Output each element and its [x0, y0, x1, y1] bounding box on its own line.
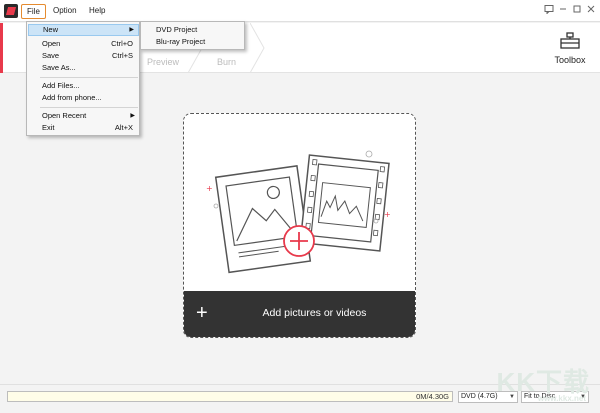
- menu-item-label: Exit: [42, 123, 55, 132]
- step-burn[interactable]: Burn: [217, 57, 236, 67]
- toolbox-icon: [560, 32, 580, 49]
- menu-item-add-from-phone[interactable]: Add from phone...: [28, 92, 139, 104]
- file-menu: New ▶ Open Ctrl+O Save Ctrl+S Save As...…: [26, 21, 140, 136]
- menu-item-label: Save: [42, 51, 60, 60]
- disc-capacity-bar: 0M/4.30G: [7, 391, 453, 402]
- active-step-indicator: [0, 23, 3, 73]
- new-submenu: DVD Project Blu-ray Project: [140, 21, 245, 50]
- menu-item-new[interactable]: New ▶: [28, 24, 139, 36]
- chevron-right-icon: ▶: [129, 27, 134, 33]
- menu-item-exit[interactable]: Exit Alt+X: [28, 122, 139, 134]
- menu-item-save-as[interactable]: Save As...: [28, 62, 139, 74]
- menu-option[interactable]: Option: [48, 4, 82, 19]
- disc-type-value: DVD (4.7G): [461, 393, 498, 400]
- menu-item-dvd-project[interactable]: DVD Project: [142, 24, 245, 36]
- minimize-icon[interactable]: [557, 4, 569, 16]
- menu-separator: [40, 77, 138, 78]
- app-logo-icon: [4, 4, 18, 18]
- step-preview[interactable]: Preview: [147, 57, 179, 67]
- add-media-button[interactable]: + Add pictures or videos: [184, 291, 415, 337]
- menu-item-shortcut: Ctrl+O: [111, 39, 133, 48]
- menu-item-label: Add Files...: [42, 81, 80, 90]
- maximize-icon[interactable]: [571, 4, 583, 16]
- menu-item-label: Open: [42, 39, 61, 48]
- menu-help[interactable]: Help: [84, 4, 110, 19]
- menu-item-open[interactable]: Open Ctrl+O: [28, 38, 139, 50]
- toolbox-button[interactable]: Toolbox: [550, 30, 590, 65]
- media-dropzone[interactable]: + + + Add pictures or videos: [183, 113, 416, 338]
- menu-item-shortcut: Ctrl+S: [111, 51, 133, 60]
- menu-item-open-recent[interactable]: Open Recent ▶: [28, 110, 139, 122]
- menu-item-label: Add from phone...: [42, 93, 102, 102]
- svg-text:+: +: [384, 210, 391, 219]
- toolbox-label: Toolbox: [554, 55, 586, 65]
- menu-item-shortcut: Alt+X: [114, 123, 133, 132]
- menu-item-label: Save As...: [42, 63, 76, 72]
- menu-item-label: New: [43, 25, 59, 34]
- menu-separator: [40, 107, 138, 108]
- menu-item-label: Open Recent: [42, 111, 87, 120]
- close-icon[interactable]: [585, 4, 597, 16]
- menu-item-add-files[interactable]: Add Files...: [28, 80, 139, 92]
- step-chevron-icon: [250, 23, 265, 73]
- svg-text:+: +: [206, 184, 213, 193]
- menu-item-bluray-project[interactable]: Blu-ray Project: [142, 36, 245, 48]
- watermark-url: www.kkx.net: [537, 394, 586, 403]
- media-illustration-icon: + +: [206, 150, 391, 274]
- menu-item-save[interactable]: Save Ctrl+S: [28, 50, 139, 62]
- menubar: File Option Help: [0, 0, 600, 22]
- feedback-icon[interactable]: [543, 4, 555, 16]
- disc-capacity-text: 0M/4.30G: [416, 392, 449, 401]
- chevron-right-icon: ▶: [130, 113, 135, 119]
- add-media-label: Add pictures or videos: [262, 307, 367, 319]
- menu-file[interactable]: File: [21, 4, 46, 19]
